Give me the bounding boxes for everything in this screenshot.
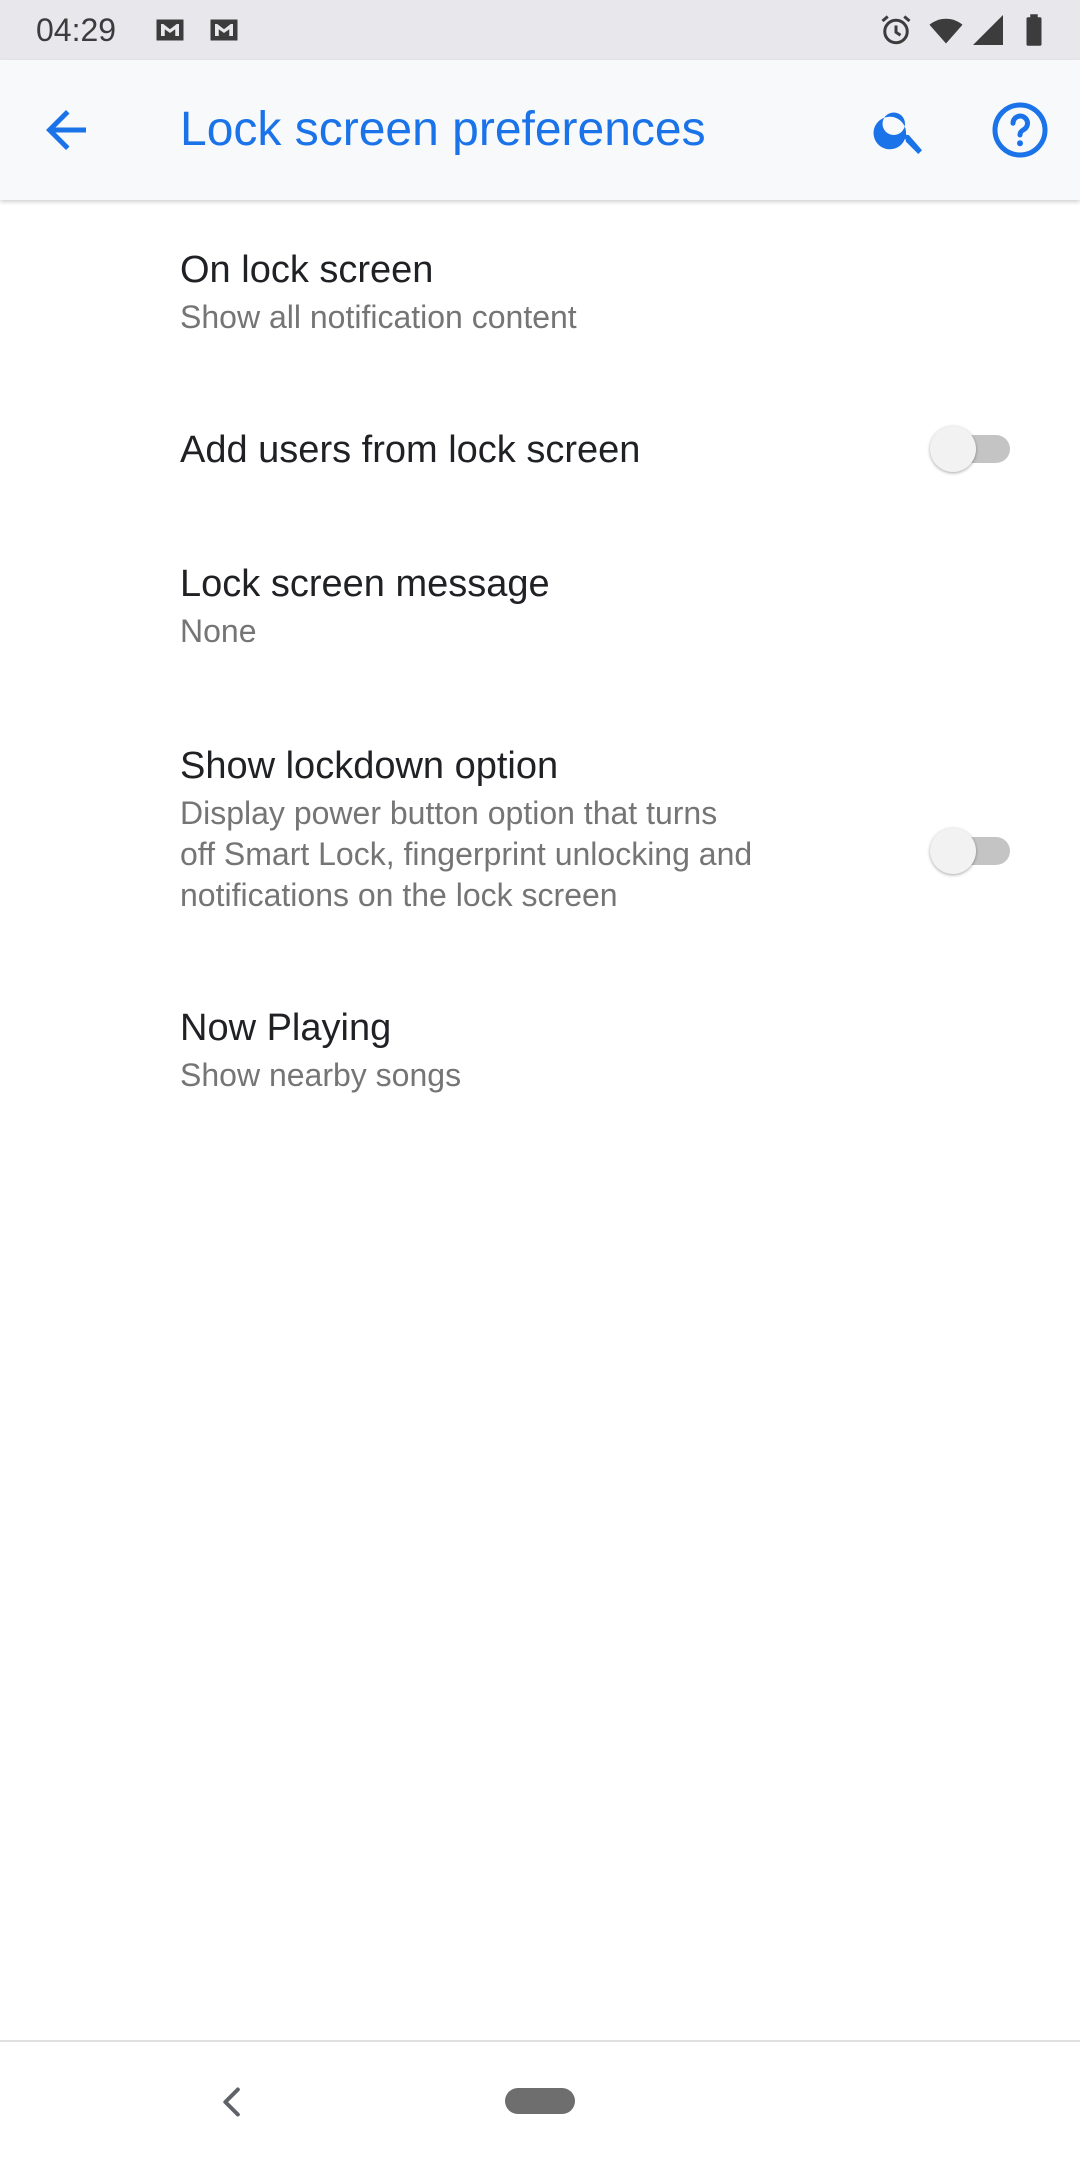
home-pill-icon[interactable] <box>505 2088 575 2114</box>
status-time: 04:29 <box>36 12 117 48</box>
pref-on-lock-screen[interactable]: On lock screen Show all notification con… <box>0 202 1080 372</box>
pref-summary: None <box>180 613 257 649</box>
pref-summary: Show all notification content <box>180 299 577 335</box>
pref-title: Lock screen message <box>180 563 550 605</box>
pref-show-lockdown[interactable]: Show lockdown option Display power butto… <box>0 700 1080 980</box>
screen: 04:29 Lock screen preferences On lock sc… <box>0 0 1080 2160</box>
pref-now-playing[interactable]: Now Playing Show nearby songs <box>0 980 1080 1150</box>
pref-summary-line-1: Display power button option that turns <box>180 795 718 831</box>
nav-bar <box>0 2042 1080 2160</box>
wifi-icon <box>928 12 964 48</box>
nav-back-icon[interactable] <box>212 2082 252 2122</box>
pref-lock-screen-message[interactable]: Lock screen message None <box>0 530 1080 700</box>
alarm-icon <box>878 12 914 48</box>
gmail-icon <box>152 12 188 48</box>
app-bar: Lock screen preferences <box>0 60 1080 200</box>
search-icon[interactable] <box>870 100 930 160</box>
add-users-switch[interactable] <box>930 424 1014 474</box>
signal-icon <box>970 12 1006 48</box>
battery-icon <box>1016 12 1052 48</box>
pref-summary-line-2: off Smart Lock, fingerprint unlocking an… <box>180 836 753 872</box>
pref-title: Show lockdown option <box>180 745 559 787</box>
page-title: Lock screen preferences <box>180 103 706 156</box>
gmail-icon <box>206 12 242 48</box>
switch-thumb <box>930 828 976 874</box>
lockdown-switch[interactable] <box>930 826 1014 876</box>
arrow-back-icon[interactable] <box>36 100 96 160</box>
pref-summary-line-3: notifications on the lock screen <box>180 877 618 913</box>
pref-title: On lock screen <box>180 249 434 291</box>
pref-add-users[interactable]: Add users from lock screen <box>0 372 1080 530</box>
pref-summary: Show nearby songs <box>180 1057 462 1093</box>
pref-title: Now Playing <box>180 1007 392 1049</box>
status-bar: 04:29 <box>0 0 1080 60</box>
pref-title: Add users from lock screen <box>180 429 641 471</box>
help-icon[interactable] <box>990 100 1050 160</box>
switch-thumb <box>930 426 976 472</box>
